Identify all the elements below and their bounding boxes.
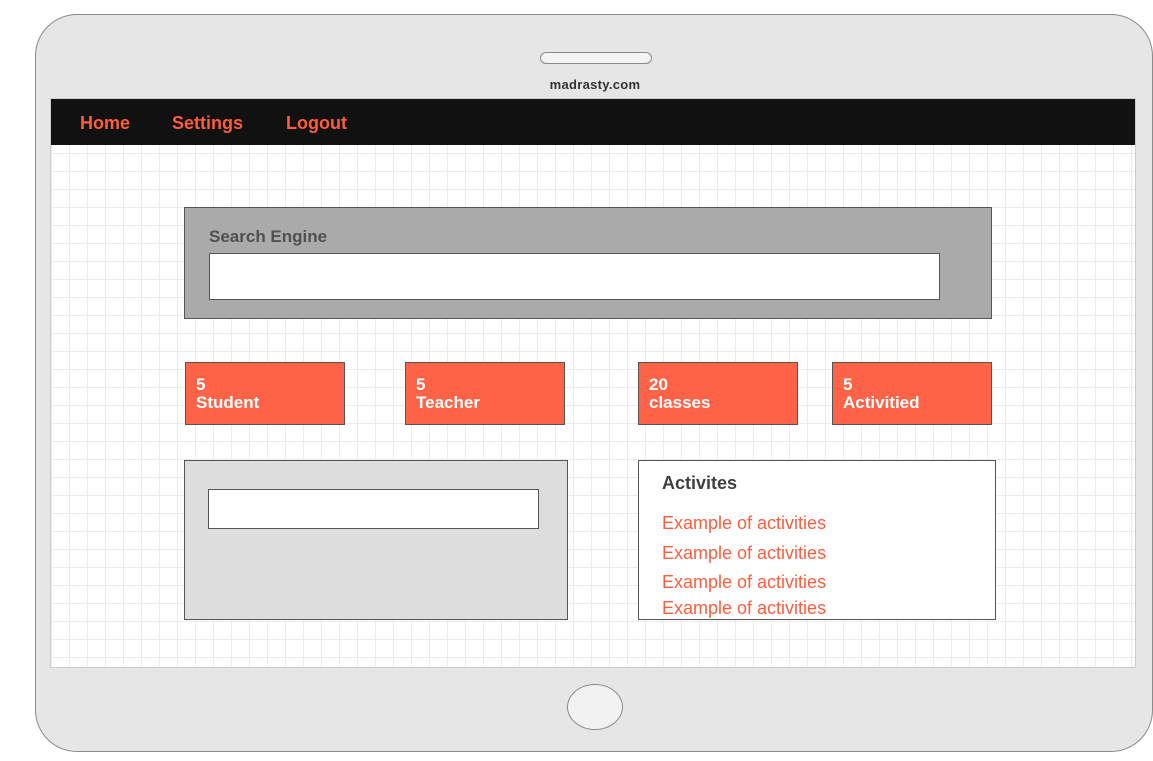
activity-link[interactable]: Example of activities [662,543,826,564]
activity-link[interactable]: Example of activities [662,598,826,619]
search-input[interactable] [209,253,940,300]
activities-panel: Activites Example of activities Example … [638,460,996,620]
nav-settings-link[interactable]: Settings [172,113,243,134]
stat-classes-count: 20 [649,375,668,394]
screen: Home Settings Logout Search Engine 5 Stu… [50,98,1136,668]
stat-activities[interactable]: 5 Activitied [832,362,992,425]
input-panel [184,460,568,620]
stat-students-label: Student [196,393,260,412]
stat-teachers[interactable]: 5 Teacher [405,362,565,425]
stat-activities-label: Activitied [843,393,920,412]
stat-classes[interactable]: 20 classes [638,362,798,425]
stat-activities-count: 5 [843,375,853,394]
stat-students-count: 5 [196,375,206,394]
stat-students[interactable]: 5 Student [185,362,345,425]
search-engine-panel: Search Engine [184,207,992,319]
text-input-field[interactable] [208,489,539,529]
stat-teachers-label: Teacher [416,393,480,412]
device-home-button[interactable] [567,684,623,730]
search-engine-title: Search Engine [209,227,328,246]
stat-classes-label: classes [649,393,711,412]
top-navbar: Home Settings Logout [51,99,1135,145]
site-url: madrasty.com [549,77,641,92]
nav-logout-link[interactable]: Logout [286,113,347,134]
nav-home-link[interactable]: Home [80,113,130,134]
stat-teachers-count: 5 [416,375,426,394]
activity-link[interactable]: Example of activities [662,572,826,593]
activity-link[interactable]: Example of activities [662,513,826,534]
activities-title: Activites [662,473,738,493]
speaker-grille [540,52,652,64]
